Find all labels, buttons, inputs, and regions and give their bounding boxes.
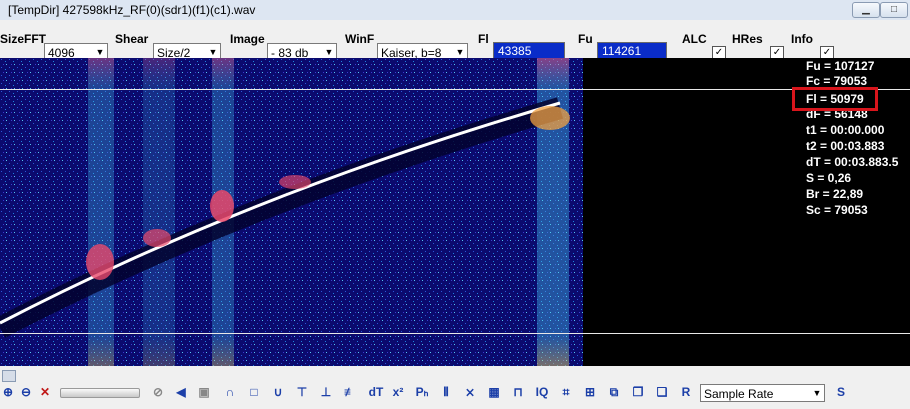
mark-down-icon[interactable]: ⊥ bbox=[318, 384, 334, 400]
info-br: Br = 22,89 bbox=[806, 187, 864, 201]
ph-icon[interactable]: Pₕ bbox=[412, 384, 432, 400]
toolbar: SizeFFT 4096 ▼ Shear Size/2 ▼ Image - 83… bbox=[0, 20, 910, 61]
zoom-out-icon[interactable]: ⊖ bbox=[18, 384, 34, 400]
mark-double-icon[interactable]: ≢ bbox=[342, 384, 358, 400]
position-slider[interactable] bbox=[60, 388, 140, 398]
info-t2: t2 = 00:03.883 bbox=[806, 139, 885, 153]
sizefft-label: SizeFFT bbox=[0, 32, 47, 46]
hres-label: HRes bbox=[732, 32, 763, 46]
cross-icon[interactable]: ⨯ bbox=[462, 384, 478, 400]
minimize-icon[interactable]: ▁ bbox=[852, 2, 880, 18]
alc-label: ALC bbox=[682, 32, 707, 46]
highlight-box bbox=[792, 87, 878, 111]
maximize-icon[interactable]: □ bbox=[880, 2, 908, 18]
circle-slash-icon[interactable]: ⊘ bbox=[150, 384, 166, 400]
copy-icon[interactable]: ❐ bbox=[630, 384, 646, 400]
lower-frequency-marker[interactable] bbox=[0, 333, 910, 334]
comb-icon[interactable]: ⊞ bbox=[582, 384, 598, 400]
fu-label: Fu bbox=[578, 32, 593, 46]
filter-icon[interactable]: ⌗ bbox=[558, 384, 574, 400]
info-fu: Fu = 107127 bbox=[806, 59, 875, 73]
close-x-icon[interactable]: ✕ bbox=[37, 384, 53, 400]
bars-icon[interactable]: ⫴ bbox=[438, 384, 454, 400]
info-label: Info bbox=[791, 32, 813, 46]
info-fc: Fc = 79053 bbox=[806, 74, 868, 88]
spectrogram-image bbox=[0, 58, 583, 366]
iq-stack-icon[interactable]: ⊓ bbox=[510, 384, 526, 400]
mark-icon[interactable]: ⊤ bbox=[294, 384, 310, 400]
chevron-down-icon: ▼ bbox=[810, 385, 824, 401]
sample-rate-value: Sample Rate bbox=[704, 387, 774, 401]
square-icon[interactable]: □ bbox=[246, 384, 262, 400]
image-label: Image bbox=[230, 32, 265, 46]
info-sc: Sc = 79053 bbox=[806, 203, 868, 217]
curve-up-icon[interactable]: ∩ bbox=[222, 384, 238, 400]
title-bar: [TempDir] 427598kHz_RF(0)(sdr1)(f1)(c1).… bbox=[0, 0, 910, 21]
info-dt: dT = 00:03.883.5 bbox=[806, 155, 899, 169]
bottom-toolbar: ⊕ ⊖ ✕ ⊘ ◀ ▣ ∩ □ ∪ ⊤ ⊥ ≢ dT x² Pₕ ⫴ ⨯ ▦ ⊓… bbox=[0, 366, 910, 409]
copy2-icon[interactable]: ❏ bbox=[654, 384, 670, 400]
winf-label: WinF bbox=[345, 32, 375, 46]
s-icon[interactable]: S bbox=[833, 384, 849, 400]
screen-icon[interactable]: ⧉ bbox=[606, 384, 622, 400]
sample-rate-select[interactable]: Sample Rate ▼ bbox=[700, 384, 825, 402]
dt-icon[interactable]: dT bbox=[366, 384, 386, 400]
info-s: S = 0,26 bbox=[806, 171, 852, 185]
curve-down-icon[interactable]: ∪ bbox=[270, 384, 286, 400]
upper-frequency-marker[interactable] bbox=[0, 89, 910, 90]
fl-label: Fl bbox=[478, 32, 489, 46]
spectrogram-view[interactable] bbox=[0, 58, 583, 366]
grid-icon[interactable]: ▦ bbox=[486, 384, 502, 400]
window-title: [TempDir] 427598kHz_RF(0)(sdr1)(f1)(c1).… bbox=[8, 3, 256, 17]
shear-label: Shear bbox=[115, 32, 149, 46]
speaker-icon[interactable]: ◀ bbox=[173, 384, 189, 400]
scroll-button[interactable] bbox=[2, 370, 16, 382]
r-icon[interactable]: R bbox=[678, 384, 694, 400]
stop-icon[interactable]: ▣ bbox=[196, 384, 212, 400]
iq-icon[interactable]: IQ bbox=[532, 384, 552, 400]
info-t1: t1 = 00:00.000 bbox=[806, 123, 885, 137]
x-power-icon[interactable]: x² bbox=[390, 384, 406, 400]
zoom-in-icon[interactable]: ⊕ bbox=[0, 384, 16, 400]
